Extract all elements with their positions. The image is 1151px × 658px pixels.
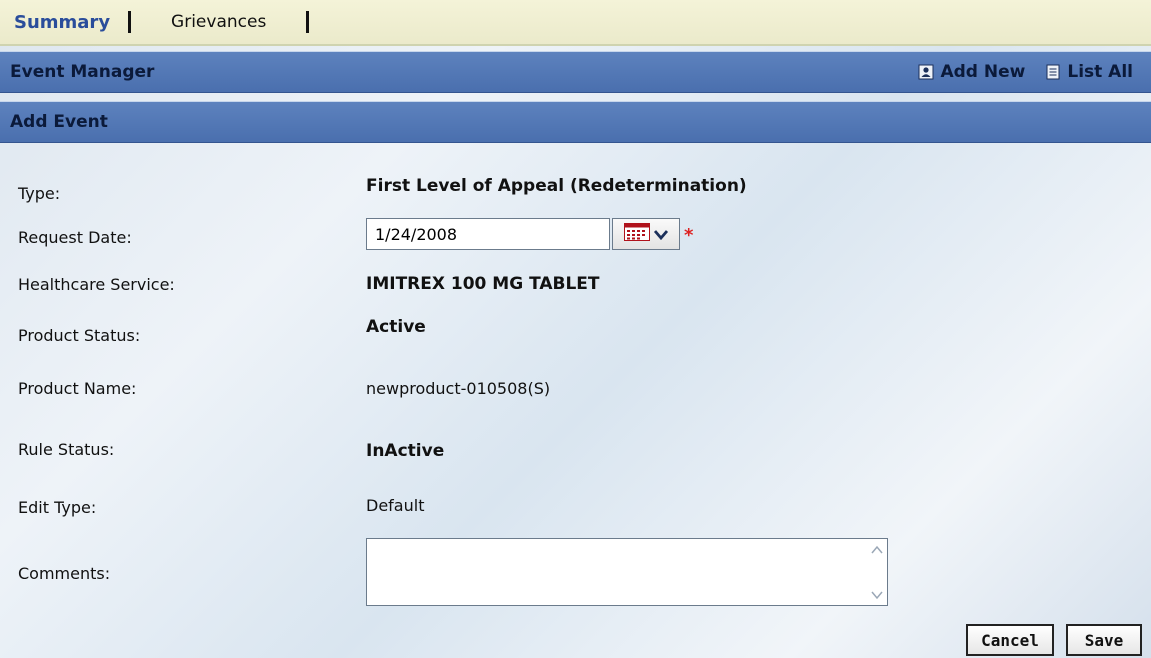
tab-separator [306, 11, 310, 33]
type-value: First Level of Appeal (Redetermination) [366, 176, 747, 196]
healthcare-service-value: IMITREX 100 MG TABLET [366, 274, 600, 294]
add-event-title: Add Event [10, 112, 108, 132]
product-status-value: Active [366, 317, 426, 337]
tab-grievances[interactable]: Grievances [131, 0, 306, 44]
healthcare-service-label: Healthcare Service: [18, 275, 175, 294]
product-status-label: Product Status: [18, 326, 141, 345]
calendar-button[interactable] [612, 218, 680, 250]
chevron-down-icon [653, 225, 669, 244]
request-date-input[interactable] [366, 218, 610, 250]
scroll-up-icon[interactable] [870, 540, 884, 559]
top-nav: Summary Grievances [0, 0, 1151, 46]
add-new-label: Add New [940, 62, 1026, 82]
event-manager-title: Event Manager [10, 62, 155, 82]
add-new-link[interactable]: Add New [918, 62, 1025, 82]
list-icon [1045, 64, 1061, 80]
add-event-header: Add Event [0, 101, 1151, 143]
event-manager-header: Event Manager Add New List All [0, 51, 1151, 93]
comments-scrollbar[interactable] [868, 540, 886, 604]
header-actions: Add New List All [918, 52, 1133, 92]
comments-label: Comments: [18, 564, 111, 583]
save-button[interactable]: Save [1066, 624, 1142, 656]
comments-textarea[interactable] [366, 538, 888, 606]
calendar-icon [624, 223, 650, 245]
rule-status-value: InActive [366, 441, 445, 461]
edit-type-value: Default [366, 496, 425, 515]
required-marker: * [684, 225, 694, 246]
request-date-label: Request Date: [18, 228, 132, 247]
list-all-label: List All [1067, 62, 1133, 82]
product-name-value: newproduct-010508(S) [366, 379, 551, 398]
rule-status-label: Rule Status: [18, 440, 115, 459]
edit-type-label: Edit Type: [18, 498, 97, 517]
list-all-link[interactable]: List All [1045, 62, 1133, 82]
tab-summary[interactable]: Summary [0, 0, 128, 44]
type-label: Type: [18, 184, 61, 203]
scroll-down-icon[interactable] [870, 585, 884, 604]
cancel-button[interactable]: Cancel [966, 624, 1054, 656]
add-user-icon [918, 64, 934, 80]
product-name-label: Product Name: [18, 379, 137, 398]
